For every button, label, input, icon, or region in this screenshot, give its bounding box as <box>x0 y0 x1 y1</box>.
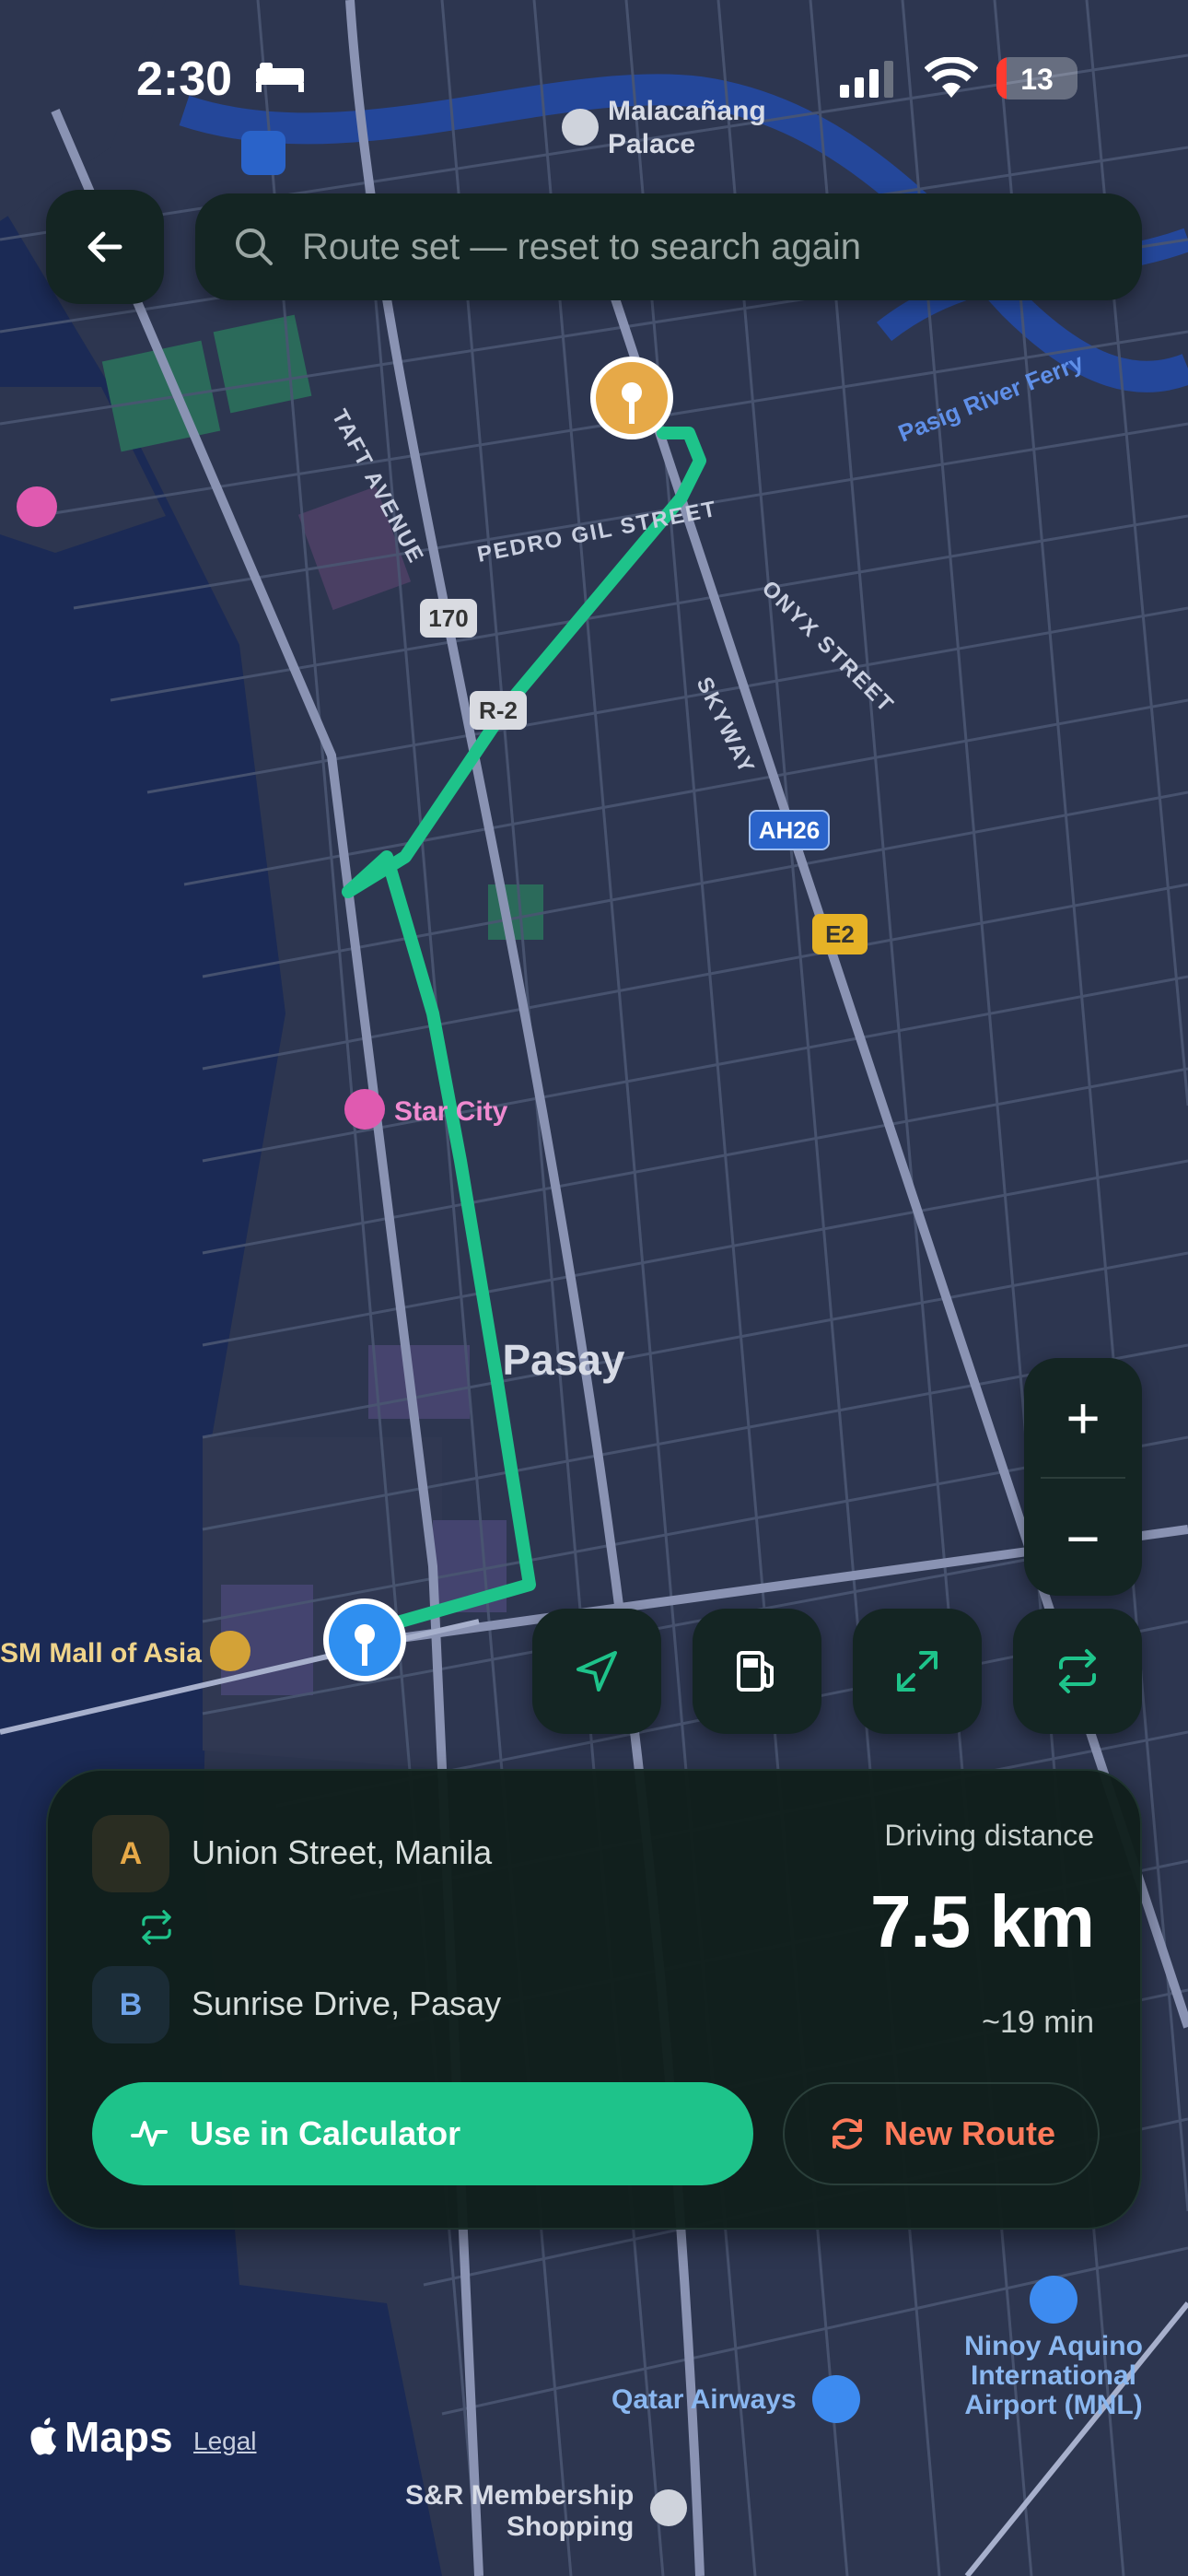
distance-label: Driving distance <box>884 1819 1094 1852</box>
new-route-label: New Route <box>883 2114 1055 2152</box>
battery-indicator: 13 <box>996 57 1077 100</box>
new-route-button[interactable]: New Route <box>783 2082 1100 2185</box>
swap-endpoints-icon[interactable] <box>136 1907 177 1948</box>
legal-link[interactable]: Legal <box>193 2427 257 2456</box>
svg-text:Ninoy Aquino: Ninoy Aquino <box>964 2331 1143 2361</box>
expand-icon <box>897 1651 938 1692</box>
origin-pin-icon <box>323 1598 406 1681</box>
shield-r2: R-2 <box>479 697 518 724</box>
distance-value: 7.5 km <box>869 1880 1095 1962</box>
sleep-focus-icon <box>256 63 304 92</box>
zoom-in-button[interactable]: + <box>1024 1358 1142 1477</box>
shield-ah26: AH26 <box>759 816 820 844</box>
status-time: 2:30 <box>136 53 233 106</box>
shield-e2: E2 <box>825 920 855 948</box>
maps-brand: Maps <box>28 2412 173 2462</box>
back-button[interactable] <box>46 190 164 304</box>
locate-button[interactable] <box>532 1609 661 1734</box>
svg-text:S&R Membership: S&R Membership <box>405 2480 634 2511</box>
zoom-controls: + − <box>1024 1358 1142 1596</box>
status-bar: 2:30 13 <box>0 0 1188 157</box>
battery-level: 13 <box>1020 63 1054 96</box>
maps-brand-label: Maps <box>64 2413 173 2461</box>
shield-170: 170 <box>428 604 468 632</box>
duration-value: ~19 min <box>982 2005 1094 2040</box>
swap-route-button[interactable] <box>1013 1609 1142 1734</box>
use-in-calculator-label: Use in Calculator <box>190 2114 461 2152</box>
svg-text:SM Mall of Asia: SM Mall of Asia <box>0 1638 202 1669</box>
fuel-button[interactable] <box>693 1609 821 1734</box>
svg-text:Shopping: Shopping <box>507 2512 634 2542</box>
district-label-pasay: Pasay <box>502 1336 624 1384</box>
origin-badge: A <box>92 1815 169 1892</box>
search-bar[interactable]: Route set — reset to search again <box>195 193 1142 300</box>
fuel-icon <box>737 1651 774 1692</box>
apple-logo-icon <box>30 2418 56 2455</box>
wifi-icon <box>925 57 978 98</box>
cellular-signal-icon <box>840 61 893 98</box>
search-input[interactable]: Route set — reset to search again <box>302 227 861 268</box>
expand-button[interactable] <box>853 1609 982 1734</box>
origin-address: Union Street, Manila <box>192 1833 493 1871</box>
use-in-calculator-button[interactable]: Use in Calculator <box>92 2082 753 2185</box>
svg-text:Star City: Star City <box>394 1096 508 1127</box>
destination-pin-icon <box>590 357 673 439</box>
svg-text:Airport (MNL): Airport (MNL) <box>964 2390 1142 2420</box>
swap-icon <box>1059 1649 1096 1693</box>
arrow-left-icon <box>87 231 122 263</box>
search-icon <box>236 228 273 265</box>
route-card: A Union Street, Manila B Sunrise Drive, … <box>46 1769 1142 2230</box>
locate-icon <box>577 1651 617 1692</box>
svg-text:Qatar Airways: Qatar Airways <box>611 2384 797 2415</box>
svg-text:International: International <box>971 2360 1136 2391</box>
destination-badge: B <box>92 1966 169 2043</box>
destination-address: Sunrise Drive, Pasay <box>192 1985 502 2022</box>
refresh-icon <box>832 2118 862 2149</box>
zoom-out-button[interactable]: − <box>1024 1479 1142 1596</box>
activity-icon <box>131 2121 168 2147</box>
